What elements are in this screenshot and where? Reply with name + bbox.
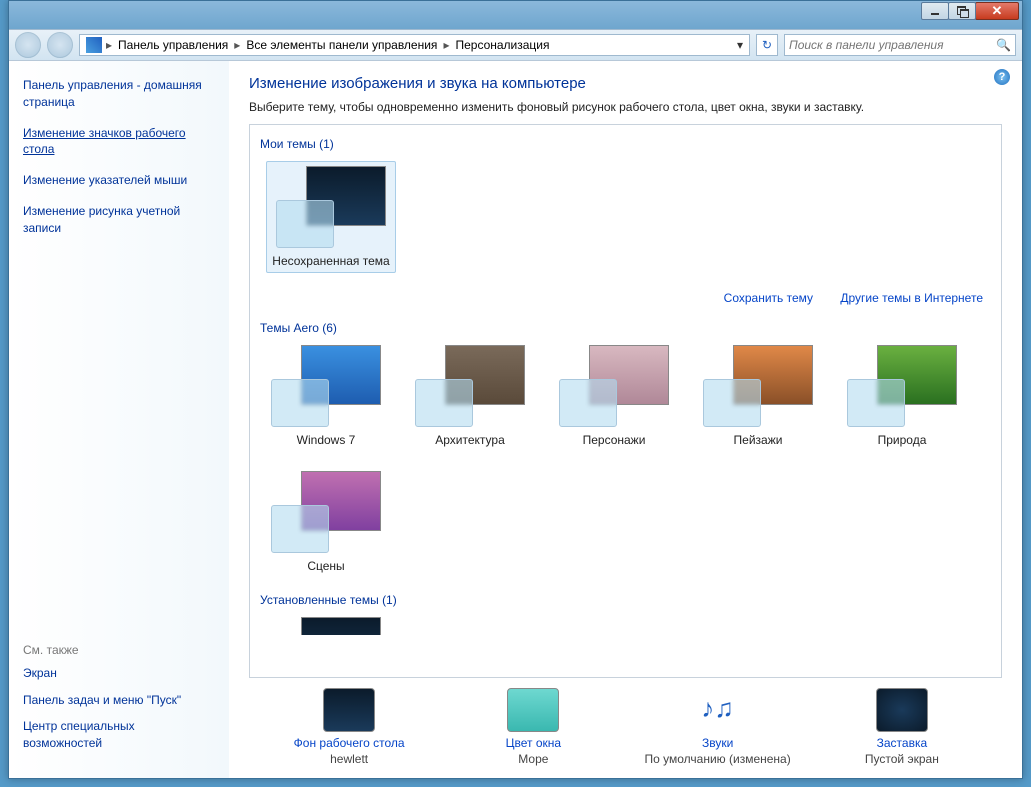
sidebar-link-account-picture[interactable]: Изменение рисунка учетной записи	[23, 203, 215, 237]
sound-icon: ♪♫	[692, 688, 744, 732]
page-title: Изменение изображения и звука на компьют…	[249, 75, 1002, 92]
sidebar-link-desktop-icons[interactable]: Изменение значков рабочего стола	[23, 125, 215, 159]
refresh-button[interactable]: ↻	[756, 34, 778, 56]
navbar: ▸ Панель управления ▸ Все элементы панел…	[9, 29, 1022, 61]
breadcrumb-item[interactable]: Персонализация	[449, 38, 555, 52]
setting-title: Заставка	[817, 736, 987, 750]
theme-label: Природа	[842, 433, 962, 447]
main-panel: ? Изменение изображения и звука на компь…	[229, 61, 1022, 778]
installed-themes-row	[260, 609, 991, 649]
setting-value: hewlett	[264, 752, 434, 766]
theme-unsaved[interactable]: Несохраненная тема	[266, 161, 396, 273]
setting-value: Пустой экран	[817, 752, 987, 766]
see-also-display[interactable]: Экран	[23, 665, 215, 682]
see-also-ease-of-access[interactable]: Центр специальных возможностей	[23, 718, 215, 752]
save-theme-link[interactable]: Сохранить тему	[724, 291, 813, 305]
theme-nature[interactable]: Природа	[842, 345, 962, 447]
control-panel-icon	[86, 37, 102, 53]
setting-title: Звуки	[633, 736, 803, 750]
sounds-setting[interactable]: ♪♫ Звуки По умолчанию (изменена)	[633, 688, 803, 766]
themes-pane: Мои темы (1) Несохраненная тема Сохранит…	[249, 124, 1002, 678]
screensaver-icon	[876, 688, 928, 732]
see-also-title: См. также	[23, 643, 215, 657]
theme-label: Персонажи	[554, 433, 674, 447]
body: Панель управления - домашняя страница Из…	[9, 61, 1022, 778]
more-themes-link[interactable]: Другие темы в Интернете	[840, 291, 983, 305]
titlebar: ✕	[9, 1, 1022, 29]
window-color-setting[interactable]: Цвет окна Море	[448, 688, 618, 766]
aero-themes-row: Windows 7 Архитектура Персонажи Пейзажи	[260, 337, 991, 587]
theme-label: Пейзажи	[698, 433, 818, 447]
theme-scenes[interactable]: Сцены	[266, 471, 386, 573]
setting-value: Море	[448, 752, 618, 766]
page-subtitle: Выберите тему, чтобы одновременно измени…	[249, 100, 1002, 114]
sidebar-link-mouse-pointers[interactable]: Изменение указателей мыши	[23, 172, 215, 189]
address-bar[interactable]: ▸ Панель управления ▸ Все элементы панел…	[79, 34, 750, 56]
see-also-taskbar[interactable]: Панель задач и меню "Пуск"	[23, 692, 215, 709]
theme-installed[interactable]	[266, 617, 386, 635]
search-icon: 🔍	[996, 38, 1011, 52]
theme-architecture[interactable]: Архитектура	[410, 345, 530, 447]
setting-value: По умолчанию (изменена)	[633, 752, 803, 766]
close-button[interactable]: ✕	[975, 2, 1019, 20]
my-themes-row: Несохраненная тема	[260, 153, 991, 287]
theme-actions: Сохранить тему Другие темы в Интернете	[260, 287, 991, 315]
help-icon[interactable]: ?	[994, 69, 1010, 85]
group-installed-title: Установленные темы (1)	[260, 593, 991, 607]
address-dropdown[interactable]: ▾	[733, 38, 747, 52]
breadcrumb-item[interactable]: Панель управления	[112, 38, 234, 52]
back-button[interactable]	[15, 32, 41, 58]
theme-characters[interactable]: Персонажи	[554, 345, 674, 447]
desktop-background-setting[interactable]: Фон рабочего стола hewlett	[264, 688, 434, 766]
bottom-settings: Фон рабочего стола hewlett Цвет окна Мор…	[249, 678, 1002, 770]
color-icon	[507, 688, 559, 732]
theme-windows7[interactable]: Windows 7	[266, 345, 386, 447]
forward-button[interactable]	[47, 32, 73, 58]
theme-label: Архитектура	[410, 433, 530, 447]
group-my-themes-title: Мои темы (1)	[260, 137, 991, 151]
screensaver-setting[interactable]: Заставка Пустой экран	[817, 688, 987, 766]
sidebar: Панель управления - домашняя страница Из…	[9, 61, 229, 778]
theme-label: Несохраненная тема	[271, 254, 391, 268]
theme-label: Сцены	[266, 559, 386, 573]
maximize-button[interactable]	[948, 2, 976, 20]
minimize-button[interactable]	[921, 2, 949, 20]
sidebar-home-link[interactable]: Панель управления - домашняя страница	[23, 77, 215, 111]
search-box[interactable]: 🔍	[784, 34, 1016, 56]
window: ✕ ▸ Панель управления ▸ Все элементы пан…	[8, 0, 1023, 779]
group-aero-title: Темы Aero (6)	[260, 321, 991, 335]
search-input[interactable]	[789, 38, 996, 52]
theme-label: Windows 7	[266, 433, 386, 447]
wallpaper-icon	[323, 688, 375, 732]
theme-landscapes[interactable]: Пейзажи	[698, 345, 818, 447]
setting-title: Цвет окна	[448, 736, 618, 750]
setting-title: Фон рабочего стола	[264, 736, 434, 750]
close-icon: ✕	[992, 3, 1003, 19]
breadcrumb-item[interactable]: Все элементы панели управления	[240, 38, 443, 52]
see-also-links: Экран Панель задач и меню "Пуск" Центр с…	[23, 665, 215, 762]
